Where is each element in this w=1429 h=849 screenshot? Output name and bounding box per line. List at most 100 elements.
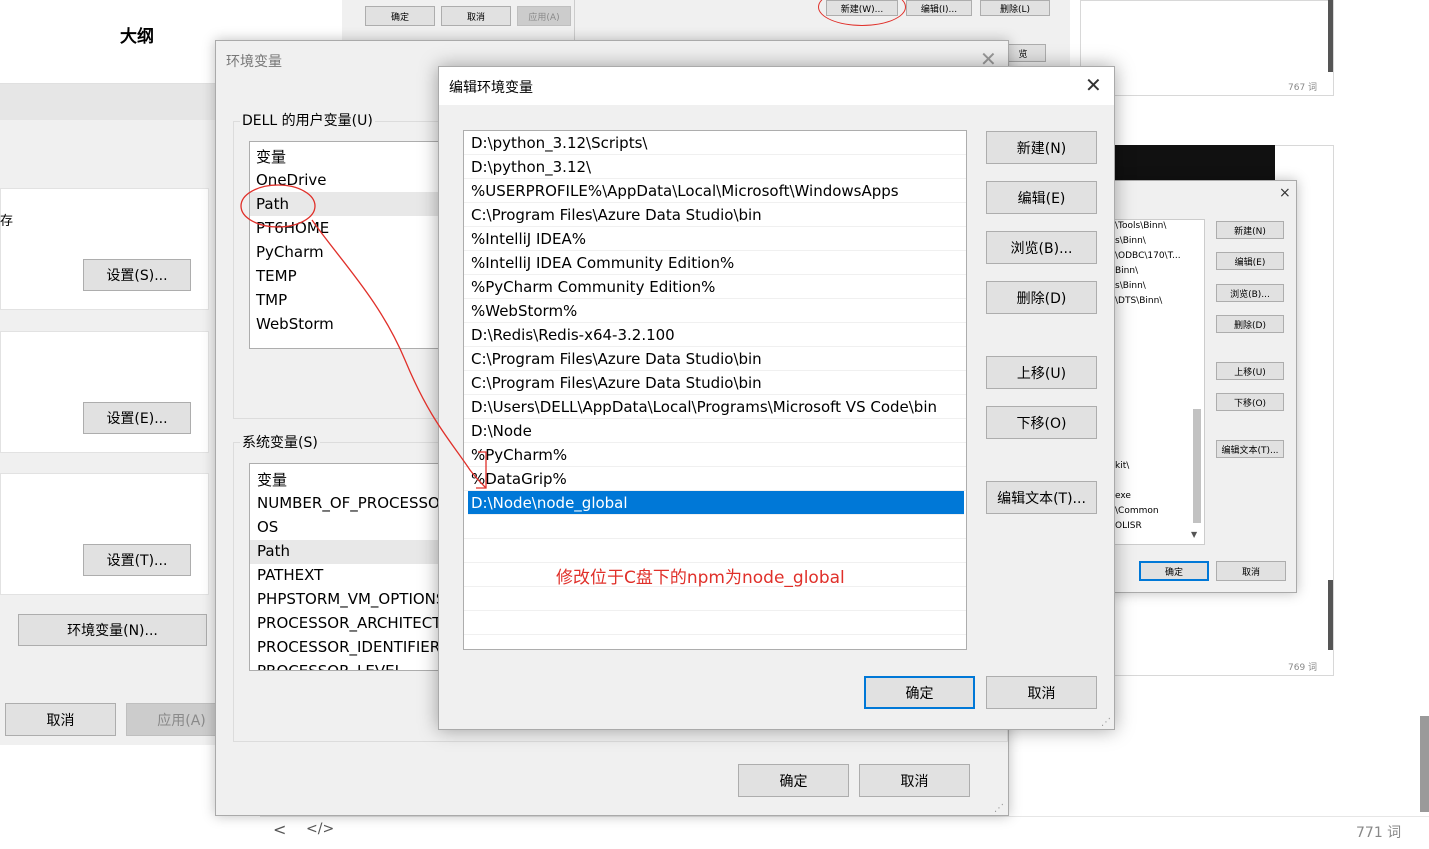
user-var-row[interactable]: TEMP — [256, 267, 297, 285]
edit-resize-grip[interactable]: ⋰ — [1101, 717, 1111, 728]
path-row[interactable]: D:\Users\DELL\AppData\Local\Programs\Mic… — [464, 395, 966, 419]
system-var-row[interactable]: PROCESSOR_ARCHITECTURE — [257, 614, 458, 632]
system-var-row[interactable]: PROCESSOR_LEVEL — [257, 662, 403, 670]
path-row[interactable]: %WebStorm% — [464, 299, 966, 323]
env-vars-button[interactable]: 环境变量(N)... — [18, 614, 207, 646]
annotation-text: 修改位于C盘下的npm为node_global — [556, 568, 845, 588]
word-count-767: 767 词 — [1288, 83, 1318, 93]
system-var-row[interactable]: PHPSTORM_VM_OPTIONS — [257, 590, 445, 608]
path-row[interactable]: %IntelliJ IDEA% — [464, 227, 966, 251]
path-list: D:\python_3.12\Scripts\ D:\python_3.12\ %U… — [463, 130, 967, 650]
user-var-row[interactable]: WebStorm — [256, 315, 334, 333]
path-row[interactable]: %IntelliJ IDEA Community Edition% — [464, 251, 966, 275]
top-delete-button[interactable]: 删除(L) — [980, 0, 1050, 16]
env-ok-button[interactable]: 确定 — [738, 764, 849, 797]
small-delete-button[interactable]: 删除(D) — [1216, 315, 1284, 333]
env-resize-grip[interactable]: ⋰ — [994, 803, 1004, 814]
small-edit-button[interactable]: 编辑(E) — [1216, 252, 1284, 270]
small-new-button[interactable]: 新建(N) — [1216, 221, 1284, 239]
edit-ok-button[interactable]: 确定 — [864, 676, 975, 709]
top-cancel-button[interactable]: 取消 — [441, 6, 511, 26]
code-view-icon[interactable]: </> — [306, 821, 334, 837]
small-move-down-button[interactable]: 下移(O) — [1216, 393, 1284, 411]
path-row[interactable]: C:\Program Files\Azure Data Studio\bin — [464, 347, 966, 371]
path-row[interactable]: C:\Program Files\Azure Data Studio\bin — [464, 203, 966, 227]
edit-text-button[interactable]: 编辑文本(T)... — [986, 481, 1097, 514]
system-var-row[interactable]: OS — [257, 518, 278, 536]
small-dialog-row[interactable]: \DTS\Binn\ — [1115, 296, 1162, 306]
word-count-771: 771 词 — [1356, 825, 1402, 841]
system-var-row[interactable]: PATHEXT — [257, 566, 323, 584]
system-vars-list: 变量 NUMBER_OF_PROCESSORS OS Path PATHEXT PHPS… — [249, 463, 459, 671]
browse-button[interactable]: 浏览(B)... — [986, 231, 1097, 264]
user-var-row[interactable]: Path — [256, 195, 289, 213]
small-dialog-row[interactable]: s\Binn\ — [1115, 236, 1146, 246]
settings-e-button[interactable]: 设置(E)... — [83, 402, 191, 434]
word-count-769: 769 词 — [1288, 663, 1318, 673]
path-row[interactable]: %USERPROFILE%\AppData\Local\Microsoft\Wi… — [464, 179, 966, 203]
small-ok-button[interactable]: 确定 — [1139, 561, 1209, 581]
small-dialog-row[interactable]: \Tools\Binn\ — [1115, 221, 1166, 231]
small-dialog-row[interactable]: Binn\ — [1115, 266, 1138, 276]
user-var-row[interactable]: PT6HOME — [256, 219, 329, 237]
user-var-row[interactable]: PyCharm — [256, 243, 324, 261]
env-cancel-button[interactable]: 取消 — [859, 764, 970, 797]
path-row[interactable]: C:\Program Files\Azure Data Studio\bin — [464, 371, 966, 395]
path-row[interactable]: %PyCharm% — [464, 443, 966, 467]
small-edit-dialog: × ▼ \Tools\Binn\ s\Binn\ \ODBC\170\T... Bin… — [1108, 180, 1297, 593]
path-row[interactable]: %PyCharm Community Edition% — [464, 275, 966, 299]
path-row[interactable]: D:\python_3.12\Scripts\ — [464, 131, 966, 155]
path-row-selected[interactable]: D:\Node\node_global — [468, 491, 964, 515]
doc-page-2-scroll — [1328, 580, 1333, 650]
user-var-row[interactable]: OneDrive — [256, 171, 327, 189]
user-vars-header: 变量 — [256, 148, 287, 166]
save-fragment: 存 — [0, 214, 14, 229]
small-move-up-button[interactable]: 上移(U) — [1216, 362, 1284, 380]
top-apply-button[interactable]: 应用(A) — [517, 6, 571, 26]
small-dialog-row[interactable]: \Common — [1115, 506, 1159, 516]
gray-strip — [0, 84, 216, 120]
system-var-row[interactable]: PROCESSOR_IDENTIFIER — [257, 638, 440, 656]
system-vars-label: 系统变量(S) — [240, 432, 320, 452]
small-dialog-close-icon[interactable]: × — [1279, 183, 1291, 203]
empty-path-row[interactable] — [464, 587, 966, 611]
back-nav-icon[interactable]: < — [273, 820, 286, 839]
small-dialog-scroll-down-icon[interactable]: ▼ — [1191, 530, 1197, 539]
main-scrollbar-thumb[interactable] — [1420, 716, 1429, 812]
settings-t-button[interactable]: 设置(T)... — [83, 544, 191, 576]
edit-cancel-button[interactable]: 取消 — [986, 676, 1097, 709]
top-edit-button[interactable]: 编辑(I)... — [906, 0, 972, 16]
path-row[interactable]: D:\python_3.12\ — [464, 155, 966, 179]
small-dialog-row[interactable]: exe — [1115, 491, 1131, 501]
system-var-row[interactable]: NUMBER_OF_PROCESSORS — [257, 494, 458, 512]
path-row[interactable]: D:\Redis\Redis-x64-3.2.100 — [464, 323, 966, 347]
edit-button[interactable]: 编辑(E) — [986, 181, 1097, 214]
move-up-button[interactable]: 上移(U) — [986, 356, 1097, 389]
top-ok-button[interactable]: 确定 — [365, 6, 435, 26]
user-var-row[interactable]: TMP — [256, 291, 287, 309]
empty-path-row[interactable] — [464, 611, 966, 635]
path-row[interactable]: %DataGrip% — [464, 467, 966, 491]
edit-dialog-close-icon[interactable]: ✕ — [1085, 75, 1102, 95]
small-dialog-row[interactable]: kit\ — [1115, 461, 1129, 471]
small-dialog-scrollbar[interactable] — [1193, 409, 1201, 523]
small-browse-button[interactable]: 浏览(B)... — [1216, 284, 1284, 302]
move-down-button[interactable]: 下移(O) — [986, 406, 1097, 439]
small-dialog-row[interactable]: s\Binn\ — [1115, 281, 1146, 291]
small-dialog-row[interactable]: \ODBC\170\T... — [1115, 251, 1181, 261]
profiles-group — [0, 331, 209, 453]
background-cancel-button[interactable]: 取消 — [5, 703, 116, 736]
delete-button[interactable]: 删除(D) — [986, 281, 1097, 314]
user-vars-label: DELL 的用户变量(U) — [240, 110, 375, 130]
new-button[interactable]: 新建(N) — [986, 131, 1097, 164]
system-var-row[interactable]: Path — [257, 542, 290, 560]
empty-path-row[interactable] — [464, 515, 966, 539]
path-row[interactable]: D:\Node — [464, 419, 966, 443]
white-strip — [0, 46, 216, 84]
settings-s-button[interactable]: 设置(S)... — [83, 259, 191, 291]
empty-path-row[interactable] — [464, 539, 966, 563]
small-cancel-button[interactable]: 取消 — [1216, 561, 1286, 581]
doc-page-1-scroll — [1328, 0, 1333, 72]
small-edit-text-button[interactable]: 编辑文本(T)... — [1216, 440, 1284, 458]
small-dialog-row[interactable]: OLISR — [1115, 521, 1142, 531]
